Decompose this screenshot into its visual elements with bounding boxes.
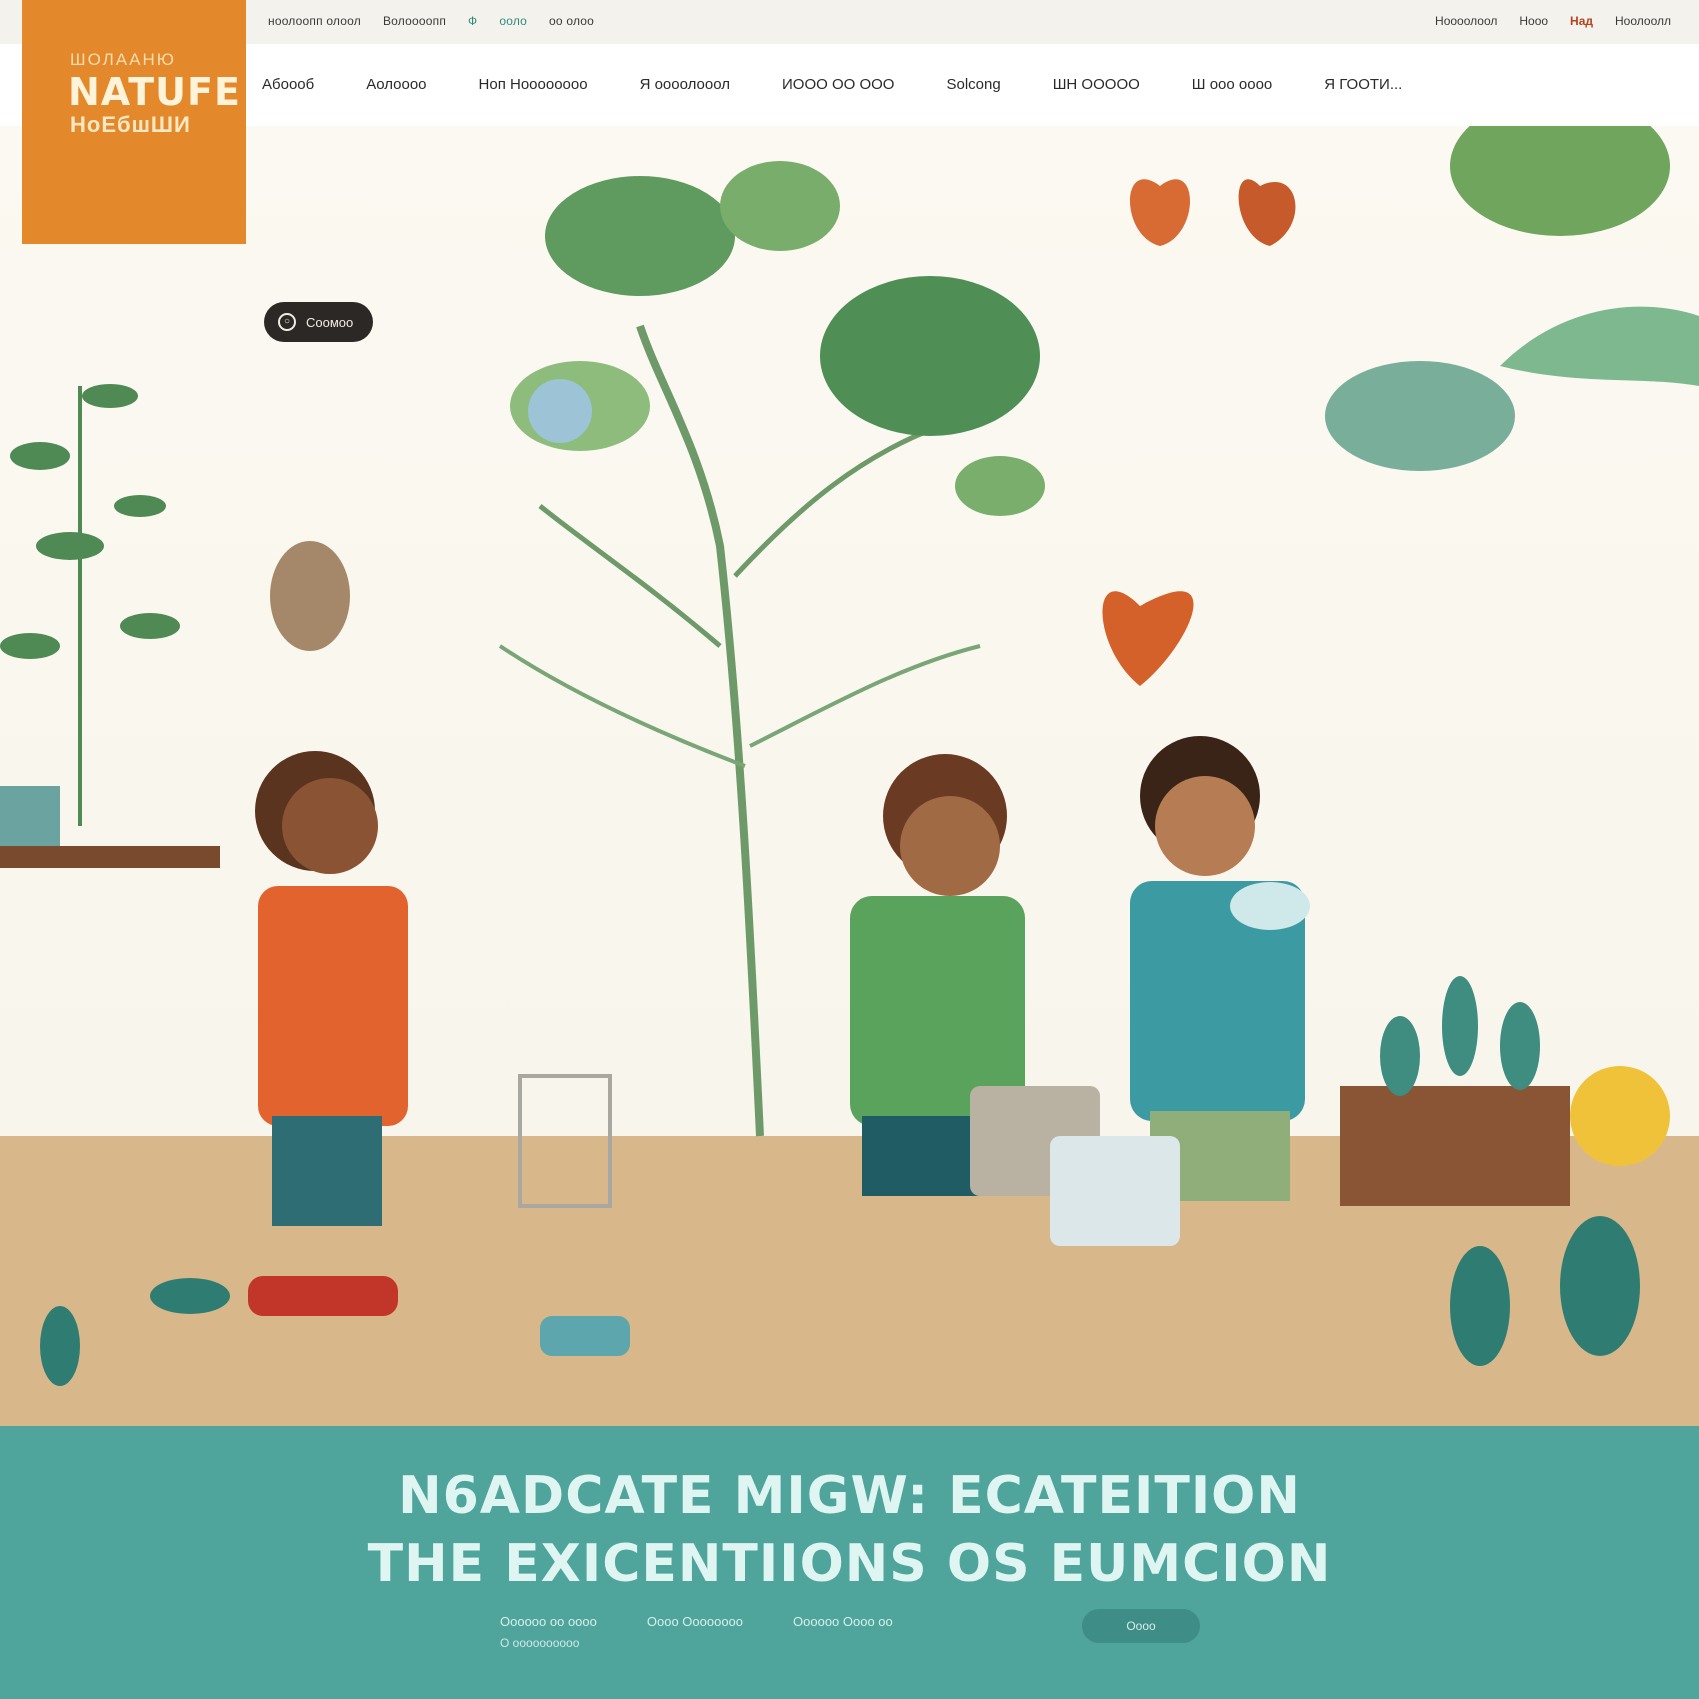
banner-links: Оооооо оо оооо Оооо Оооооооо Оооооо Оооо…	[500, 1614, 893, 1629]
banner-link[interactable]: Оооооо Оооо оо	[793, 1614, 893, 1629]
banner-link[interactable]: Оооо Оооооооо	[647, 1614, 743, 1629]
utility-link[interactable]: Волоооопп	[383, 14, 446, 28]
planter-illustration	[1340, 1086, 1570, 1206]
nav-item[interactable]: Solcong	[946, 70, 1000, 99]
utility-link[interactable]: Нооо	[1519, 14, 1548, 28]
banner-link-sub[interactable]: О оооооооооо	[500, 1636, 579, 1650]
utility-link[interactable]: ноолоопп олоол	[268, 14, 361, 28]
main-nav: Абоооб Аолоооо Ноп Ноооооооо Я оооолооол…	[262, 70, 1454, 99]
butterfly-illustration	[1102, 179, 1296, 686]
nav-item[interactable]: Аолоооо	[366, 70, 426, 99]
logo-wordmark: NATUFE	[68, 70, 241, 114]
hero-pill-button[interactable]: ○ Соомоо	[264, 302, 374, 342]
utility-link[interactable]: Над	[1570, 14, 1593, 28]
utility-bar: ноолоопп олоол Волоооопп Ф ооло оо олоо …	[0, 0, 1699, 44]
nav-item[interactable]: Ш ооо оооо	[1192, 70, 1272, 99]
utility-link[interactable]: оо олоо	[549, 14, 594, 28]
child-right-illustration	[1130, 736, 1310, 1201]
rabbit-illustration	[270, 541, 350, 651]
site-header: Абоооб Аолоооо Ноп Ноооооооо Я оооолооол…	[0, 44, 1699, 126]
shell-illustration	[1325, 361, 1515, 471]
logo-tagline: ШОЛААНЮ	[70, 50, 176, 69]
utility-link[interactable]: ооло	[499, 14, 527, 28]
utility-links-left: ноолоопп олоол Волоооопп Ф ооло оо олоо	[268, 14, 594, 28]
flower-illustration	[1570, 1066, 1670, 1166]
site-logo[interactable]: ШОЛААНЮ NATUFE НоЕбшШИ	[22, 0, 246, 244]
hero-pill-label: Соомоо	[306, 314, 354, 330]
hero-illustration: ○ Соомоо	[0, 126, 1699, 1426]
nav-item[interactable]: ИООО ОО ООО	[782, 70, 894, 99]
nav-item[interactable]: Ноп Ноооооооо	[479, 70, 588, 99]
banner-headline-line1: N6ADCATE MIGW: ECATEITION	[398, 1466, 1301, 1526]
utility-link[interactable]: Ноолоолл	[1615, 14, 1671, 28]
child-left-illustration	[248, 751, 408, 1316]
utility-links-right: Ноооолоол Нооо Над Ноолоолл	[1435, 14, 1671, 28]
bubble-illustration	[528, 379, 592, 443]
nav-item[interactable]: ШН ООООО	[1053, 70, 1140, 99]
banner-headline-line2: THE EXICENTIIONS OS EUMCION	[367, 1534, 1332, 1594]
illustration-scene	[0, 126, 1699, 1386]
nav-item[interactable]: Я оооолооол	[640, 70, 730, 99]
leaf-illustration	[1450, 126, 1670, 236]
utility-link[interactable]: Ноооолоол	[1435, 14, 1497, 28]
nav-item[interactable]: Я ГООТИ...	[1324, 70, 1402, 99]
logo-subtitle: НоЕбшШИ	[70, 112, 191, 137]
banner-link[interactable]: Оооооо оо оооо	[500, 1614, 597, 1629]
nav-item[interactable]: Абоооб	[262, 70, 314, 99]
table-illustration	[0, 846, 220, 868]
banner-cta-button[interactable]: Оооо	[1082, 1609, 1200, 1643]
utility-link[interactable]: Ф	[468, 14, 477, 28]
search-icon: ○	[278, 313, 296, 331]
bottom-banner: N6ADCATE MIGW: ECATEITION THE EXICENTIIO…	[0, 1426, 1699, 1699]
